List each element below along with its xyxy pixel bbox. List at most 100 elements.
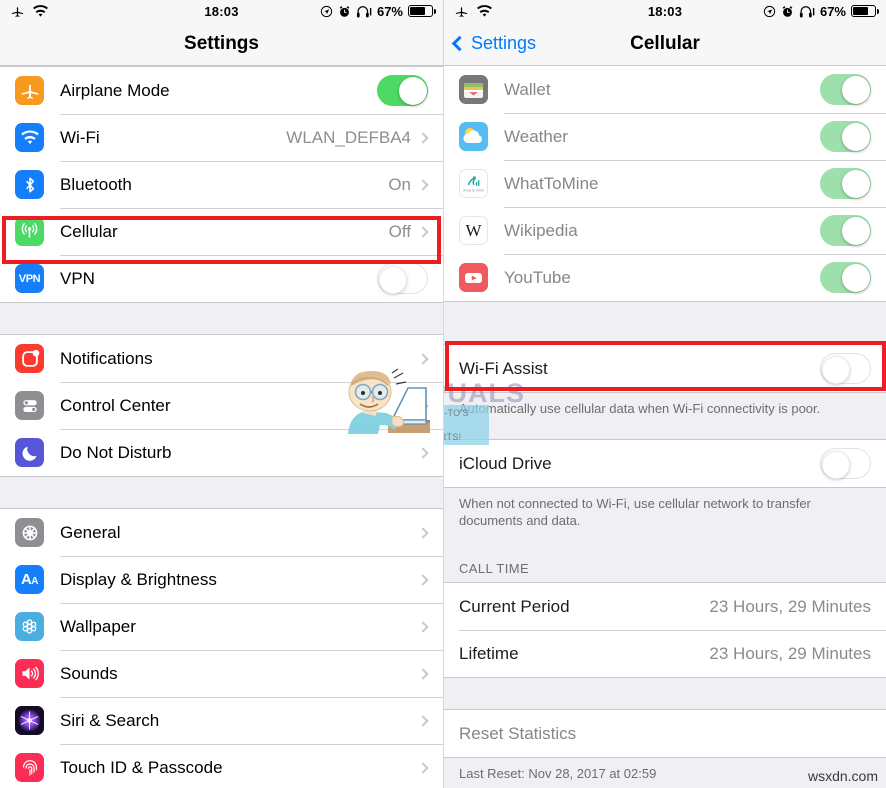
settings-group-connectivity: Airplane Mode Wi-Fi WLAN_DEFBA4 Bluetoot [0, 66, 443, 303]
nav-bar-right: Settings Cellular [444, 22, 886, 66]
call-time-group: Current Period 23 Hours, 29 Minutes Life… [444, 582, 886, 679]
bluetooth-icon [15, 170, 44, 199]
control-center-icon [15, 391, 44, 420]
left-phone-screen: 18:03 67% Settings Airplane Mode Wi-Fi W… [0, 0, 443, 788]
wifi-assist-toggle[interactable] [820, 353, 871, 384]
settings-row-label: Display & Brightness [60, 569, 217, 589]
right-phone-screen: 18:03 67% Settings Cellular Wallet Weath… [443, 0, 886, 788]
display-brightness-icon: AA [15, 565, 44, 594]
group-gap [0, 303, 443, 334]
whattomine-icon: what to mine [459, 169, 488, 198]
chevron-right-icon [417, 225, 429, 238]
group-gap [444, 302, 886, 344]
cellular-row-weather[interactable]: Weather [444, 113, 886, 160]
group-gap [0, 477, 443, 508]
cellular-row-label: Wallet [504, 79, 551, 99]
settings-row-do-not-disturb[interactable]: Do Not Disturb [0, 429, 443, 476]
alarm-icon [782, 5, 793, 17]
whattomine-cellular-toggle[interactable] [820, 168, 871, 199]
cellular-list[interactable]: Wallet Weather what to mine WhatToMine W… [444, 66, 886, 788]
cellular-row-label: Weather [504, 126, 568, 146]
headphones-icon [356, 5, 372, 17]
airplane-icon [15, 76, 44, 105]
call-time-label: Lifetime [459, 643, 519, 663]
bluetooth-state-value: On [388, 174, 411, 194]
wallet-cellular-toggle[interactable] [820, 74, 871, 105]
weather-icon [459, 122, 488, 151]
wikipedia-cellular-toggle[interactable] [820, 215, 871, 246]
last-reset-footer: Last Reset: Nov 28, 2017 at 02:59 [444, 758, 886, 788]
headphones-icon [799, 5, 815, 17]
settings-row-label: VPN [60, 268, 95, 288]
cellular-row-youtube[interactable]: YouTube [444, 254, 886, 301]
chevron-right-icon [417, 573, 429, 586]
alarm-icon [339, 5, 350, 17]
settings-row-airplane-mode[interactable]: Airplane Mode [0, 67, 443, 114]
settings-row-notifications[interactable]: Notifications [0, 335, 443, 382]
icloud-drive-row[interactable]: iCloud Drive [444, 440, 886, 488]
wifi-assist-footer: Automatically use cellular data when Wi-… [444, 393, 886, 428]
wifi-assist-group: Wi-Fi Assist [444, 344, 886, 393]
wallpaper-icon [15, 612, 44, 641]
settings-row-control-center[interactable]: Control Center [0, 382, 443, 429]
settings-group-notifications: Notifications Control Center Do Not Dist… [0, 334, 443, 477]
back-to-settings-button[interactable]: Settings [451, 33, 536, 54]
wifi-assist-row[interactable]: Wi-Fi Assist [444, 345, 886, 392]
settings-row-touch-id-passcode[interactable]: Touch ID & Passcode [0, 744, 443, 788]
settings-row-display-brightness[interactable]: AA Display & Brightness [0, 556, 443, 603]
svg-text:what to mine: what to mine [463, 188, 484, 192]
cellular-row-whattomine[interactable]: what to mine WhatToMine [444, 160, 886, 207]
chevron-right-icon [417, 178, 429, 191]
group-gap [444, 678, 886, 710]
settings-list[interactable]: Airplane Mode Wi-Fi WLAN_DEFBA4 Bluetoot [0, 66, 443, 788]
cellular-row-wallet[interactable]: Wallet [444, 66, 886, 113]
battery-percent: 67% [819, 3, 846, 19]
location-icon [320, 5, 333, 17]
youtube-icon [459, 263, 488, 292]
vpn-toggle[interactable] [377, 263, 428, 294]
settings-row-wifi[interactable]: Wi-Fi WLAN_DEFBA4 [0, 114, 443, 161]
settings-row-label: Cellular [60, 221, 118, 241]
call-time-row-lifetime: Lifetime 23 Hours, 29 Minutes [444, 630, 886, 678]
chevron-right-icon [417, 399, 429, 412]
cellular-app-group: Wallet Weather what to mine WhatToMine W… [444, 66, 886, 302]
settings-row-vpn[interactable]: VPN VPN [0, 255, 443, 302]
youtube-cellular-toggle[interactable] [820, 262, 871, 293]
settings-row-label: Control Center [60, 395, 171, 415]
notifications-icon [15, 344, 44, 373]
settings-row-cellular[interactable]: Cellular Off [0, 208, 443, 255]
settings-row-bluetooth[interactable]: Bluetooth On [0, 161, 443, 208]
reset-statistics-row[interactable]: Reset Statistics [444, 710, 886, 758]
settings-row-label: Airplane Mode [60, 80, 170, 100]
settings-row-sounds[interactable]: Sounds [0, 650, 443, 697]
cellular-row-label: YouTube [504, 267, 571, 287]
call-time-value: 23 Hours, 29 Minutes [709, 596, 871, 616]
settings-row-label: Sounds [60, 663, 118, 683]
settings-row-general[interactable]: General [0, 509, 443, 556]
cellular-row-wikipedia[interactable]: W Wikipedia [444, 207, 886, 254]
reset-statistics-group: Reset Statistics [444, 709, 886, 759]
icloud-drive-toggle[interactable] [820, 448, 871, 480]
wifi-icon [15, 123, 44, 152]
chevron-right-icon [417, 131, 429, 144]
wikipedia-icon: W [459, 216, 488, 245]
touch-id-icon [15, 753, 44, 782]
wifi-assist-label: Wi-Fi Assist [459, 358, 548, 378]
battery-icon [408, 5, 436, 17]
icloud-drive-group: iCloud Drive [444, 439, 886, 489]
siri-search-icon [15, 706, 44, 735]
weather-cellular-toggle[interactable] [820, 121, 871, 152]
group-gap [444, 427, 886, 440]
settings-row-siri-search[interactable]: Siri & Search [0, 697, 443, 744]
airplane-mode-toggle[interactable] [377, 75, 428, 106]
general-icon [15, 518, 44, 547]
call-time-header: CALL TIME [444, 539, 886, 583]
chevron-left-icon [451, 35, 468, 52]
settings-row-label: Siri & Search [60, 710, 160, 730]
settings-row-wallpaper[interactable]: Wallpaper [0, 603, 443, 650]
settings-row-label: General [60, 522, 121, 542]
nav-bar-left: Settings [0, 22, 443, 66]
wallet-icon [459, 75, 488, 104]
icloud-drive-footer: When not connected to Wi-Fi, use cellula… [444, 488, 886, 540]
call-time-row-current-period: Current Period 23 Hours, 29 Minutes [444, 583, 886, 631]
